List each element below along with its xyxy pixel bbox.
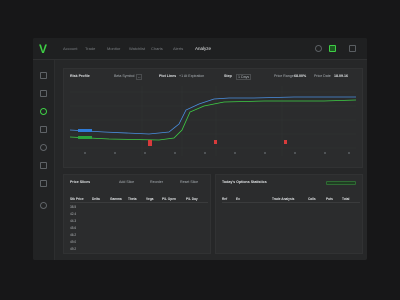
table-row[interactable] bbox=[222, 203, 360, 210]
price-marker-red[interactable] bbox=[214, 140, 217, 144]
table-row[interactable] bbox=[222, 224, 360, 231]
beta-symbol-label: Beta Symbol bbox=[114, 74, 135, 78]
table-row[interactable] bbox=[222, 217, 360, 224]
col-puts[interactable]: Puts bbox=[326, 197, 342, 201]
grid-icon[interactable] bbox=[40, 126, 47, 133]
table-row[interactable] bbox=[222, 238, 360, 245]
table-row[interactable]: 45.6 bbox=[70, 224, 208, 231]
col-gamma[interactable]: Gamma bbox=[110, 197, 128, 201]
table-row[interactable]: 46.2 bbox=[70, 231, 208, 238]
power-icon[interactable] bbox=[40, 202, 47, 209]
main-nav: Account Trade Monitor Watchlist Charts A… bbox=[63, 46, 217, 51]
col-total[interactable]: Total bbox=[342, 197, 360, 201]
nav-watchlist[interactable]: Watchlist bbox=[129, 46, 151, 51]
reorder-button[interactable]: Reorder bbox=[150, 180, 163, 184]
chat-icon[interactable] bbox=[315, 45, 322, 52]
beta-symbol-select[interactable]: -- bbox=[136, 74, 143, 80]
risk-profile-title: Risk Profile bbox=[70, 74, 90, 78]
step-select[interactable]: 1 Days bbox=[236, 74, 252, 80]
sidebar bbox=[33, 60, 55, 260]
options-statistics-title: Today's Options Statistics bbox=[222, 180, 267, 184]
nav-alerts[interactable]: Alerts bbox=[173, 46, 195, 51]
document-icon[interactable] bbox=[40, 180, 47, 187]
green-series-tag bbox=[78, 136, 92, 139]
price-range-value: 68.00% bbox=[294, 74, 307, 78]
notification-icon[interactable] bbox=[329, 45, 336, 52]
blue-series-line bbox=[69, 96, 356, 135]
table-row[interactable]: 42.4 bbox=[70, 210, 208, 217]
price-slices-panel: Price Slices Add Slice Reorder Reset Sli… bbox=[63, 174, 211, 254]
price-marker-red[interactable] bbox=[284, 140, 287, 144]
user-icon[interactable] bbox=[349, 45, 356, 52]
clock-icon[interactable] bbox=[40, 144, 47, 151]
analyze-icon[interactable] bbox=[40, 108, 47, 115]
table-header: Stk Price Delta Gamma Theta Vega P/L Ope… bbox=[70, 195, 208, 203]
table-row[interactable]: 49.0 bbox=[70, 238, 208, 245]
table-row[interactable]: 49.2 bbox=[70, 245, 208, 252]
status-badge bbox=[326, 181, 356, 185]
price-slices-table: Stk Price Delta Gamma Theta Vega P/L Ope… bbox=[70, 195, 208, 252]
price-date-label: Price Date bbox=[314, 74, 331, 78]
price-marker-red[interactable] bbox=[148, 140, 152, 146]
col-ex[interactable]: Ex bbox=[236, 197, 272, 201]
blue-series-tag bbox=[78, 129, 92, 132]
chart-icon[interactable] bbox=[40, 162, 47, 169]
risk-profile-chart bbox=[69, 86, 357, 156]
list-icon[interactable] bbox=[40, 90, 47, 97]
risk-profile-panel: Risk Profile Beta Symbol -- Plot Lines +… bbox=[63, 68, 363, 168]
col-trade-analysis[interactable]: Trade Analysis bbox=[272, 197, 308, 201]
price-range-label: Price Range bbox=[274, 74, 294, 78]
price-date-value: 18.09.16 bbox=[334, 74, 348, 78]
col-pl-day[interactable]: P/L Day bbox=[186, 197, 208, 201]
options-statistics-table: Ref Ex Trade Analysis Calls Puts Total bbox=[222, 195, 360, 252]
nav-account[interactable]: Account bbox=[63, 46, 85, 51]
col-vega[interactable]: Vega bbox=[146, 197, 162, 201]
table-row[interactable] bbox=[222, 245, 360, 252]
nav-analyze[interactable]: Analyze bbox=[195, 46, 217, 51]
col-delta[interactable]: Delta bbox=[92, 197, 110, 201]
plot-lines-select[interactable]: +1 At Expiration bbox=[179, 74, 204, 78]
plot-lines-label: Plot Lines bbox=[159, 74, 177, 78]
step-label: Step bbox=[224, 74, 232, 78]
reset-slice-button[interactable]: Reset Slice bbox=[180, 180, 198, 184]
table-row[interactable] bbox=[222, 210, 360, 217]
col-pl-open[interactable]: P/L Open bbox=[162, 197, 186, 201]
nav-monitor[interactable]: Monitor bbox=[107, 46, 129, 51]
top-bar: V Account Trade Monitor Watchlist Charts… bbox=[33, 38, 367, 60]
table-row[interactable]: 38.5 bbox=[70, 203, 208, 210]
app-window: V Account Trade Monitor Watchlist Charts… bbox=[33, 38, 367, 260]
table-header: Ref Ex Trade Analysis Calls Puts Total bbox=[222, 195, 360, 203]
options-statistics-panel: Today's Options Statistics Ref Ex Trade … bbox=[215, 174, 363, 254]
table-row[interactable] bbox=[222, 231, 360, 238]
col-stk-price[interactable]: Stk Price bbox=[70, 197, 92, 201]
col-calls[interactable]: Calls bbox=[308, 197, 326, 201]
nav-trade[interactable]: Trade bbox=[85, 46, 107, 51]
add-slice-button[interactable]: Add Slice bbox=[119, 180, 134, 184]
nav-charts[interactable]: Charts bbox=[151, 46, 173, 51]
app-logo[interactable]: V bbox=[39, 42, 47, 56]
price-slices-title: Price Slices bbox=[70, 180, 91, 184]
table-row[interactable]: 44.3 bbox=[70, 217, 208, 224]
col-ref[interactable]: Ref bbox=[222, 197, 236, 201]
col-theta[interactable]: Theta bbox=[128, 197, 146, 201]
briefcase-icon[interactable] bbox=[40, 72, 47, 79]
